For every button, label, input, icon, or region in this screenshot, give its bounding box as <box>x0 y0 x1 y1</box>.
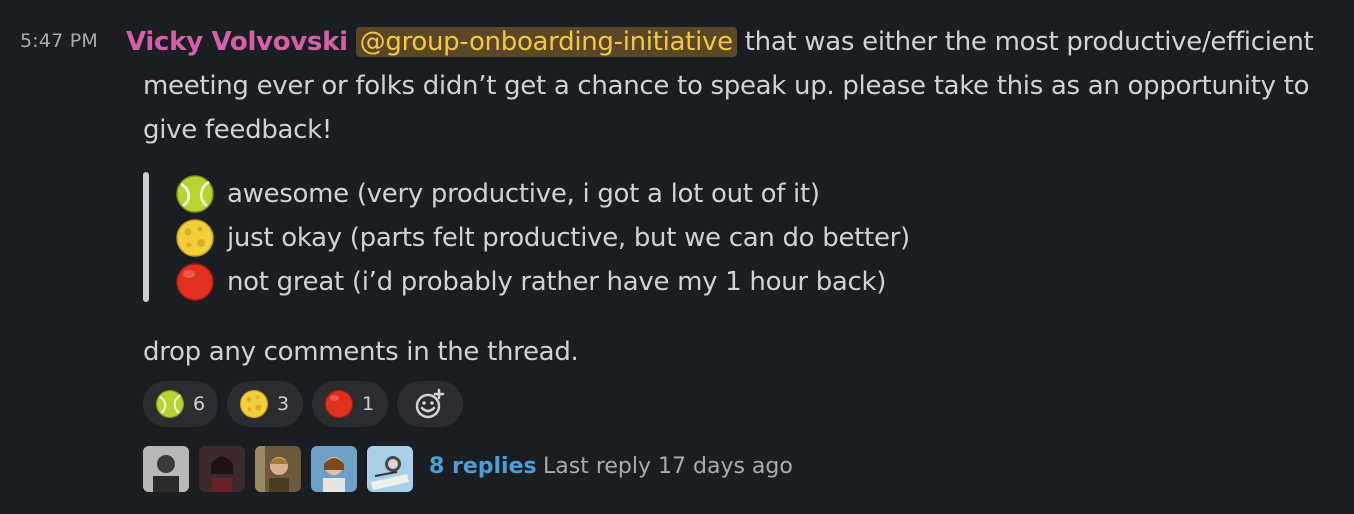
option-okay-text: just okay (parts felt productive, but we… <box>227 223 910 253</box>
option-not-great-text: not great (i’d probably rather have my 1… <box>227 267 887 297</box>
author-name[interactable]: Vicky Volvovski <box>126 27 348 57</box>
reaction-count: 1 <box>362 393 375 415</box>
message-footer-text: drop any comments in the thread. <box>143 337 579 367</box>
avatar[interactable] <box>311 446 357 492</box>
reaction-tennis-ball[interactable]: 6 <box>143 381 218 427</box>
add-reaction-button[interactable] <box>397 381 463 427</box>
moon-icon <box>239 389 269 419</box>
message-text-1: that was either the most productive/effi… <box>736 27 1314 57</box>
avatar[interactable] <box>255 446 301 492</box>
last-reply-text: Last reply 17 days ago <box>543 454 793 479</box>
add-emoji-icon <box>415 388 445 419</box>
reaction-moon[interactable]: 3 <box>227 381 303 427</box>
message-line-3: give feedback! <box>143 115 333 145</box>
option-awesome-text: awesome (very productive, i got a lot ou… <box>227 179 820 209</box>
reaction-count: 3 <box>277 393 290 415</box>
reaction-red-circle[interactable]: 1 <box>312 381 388 427</box>
group-mention[interactable]: @group-onboarding-initiative <box>355 27 737 57</box>
message-line-1: Vicky Volvovski @group-onboarding-initia… <box>126 20 1314 64</box>
blockquote-bar <box>143 172 149 302</box>
red-circle-icon <box>176 263 214 301</box>
message: 5:47 PM Vicky Volvovski @group-onboardin… <box>0 0 1354 514</box>
red-circle-icon <box>324 389 354 419</box>
tennis-ball-icon <box>176 175 214 213</box>
message-timestamp[interactable]: 5:47 PM <box>20 30 98 52</box>
message-line-2: meeting ever or folks didn’t get a chanc… <box>143 71 1310 101</box>
avatar[interactable] <box>367 446 413 492</box>
avatar[interactable] <box>143 446 189 492</box>
replies-link[interactable]: 8 replies <box>429 454 537 479</box>
reaction-count: 6 <box>193 393 206 415</box>
tennis-ball-icon <box>155 389 185 419</box>
moon-icon <box>176 219 214 257</box>
blockquote: awesome (very productive, i got a lot ou… <box>143 172 1043 304</box>
avatar[interactable] <box>199 446 245 492</box>
